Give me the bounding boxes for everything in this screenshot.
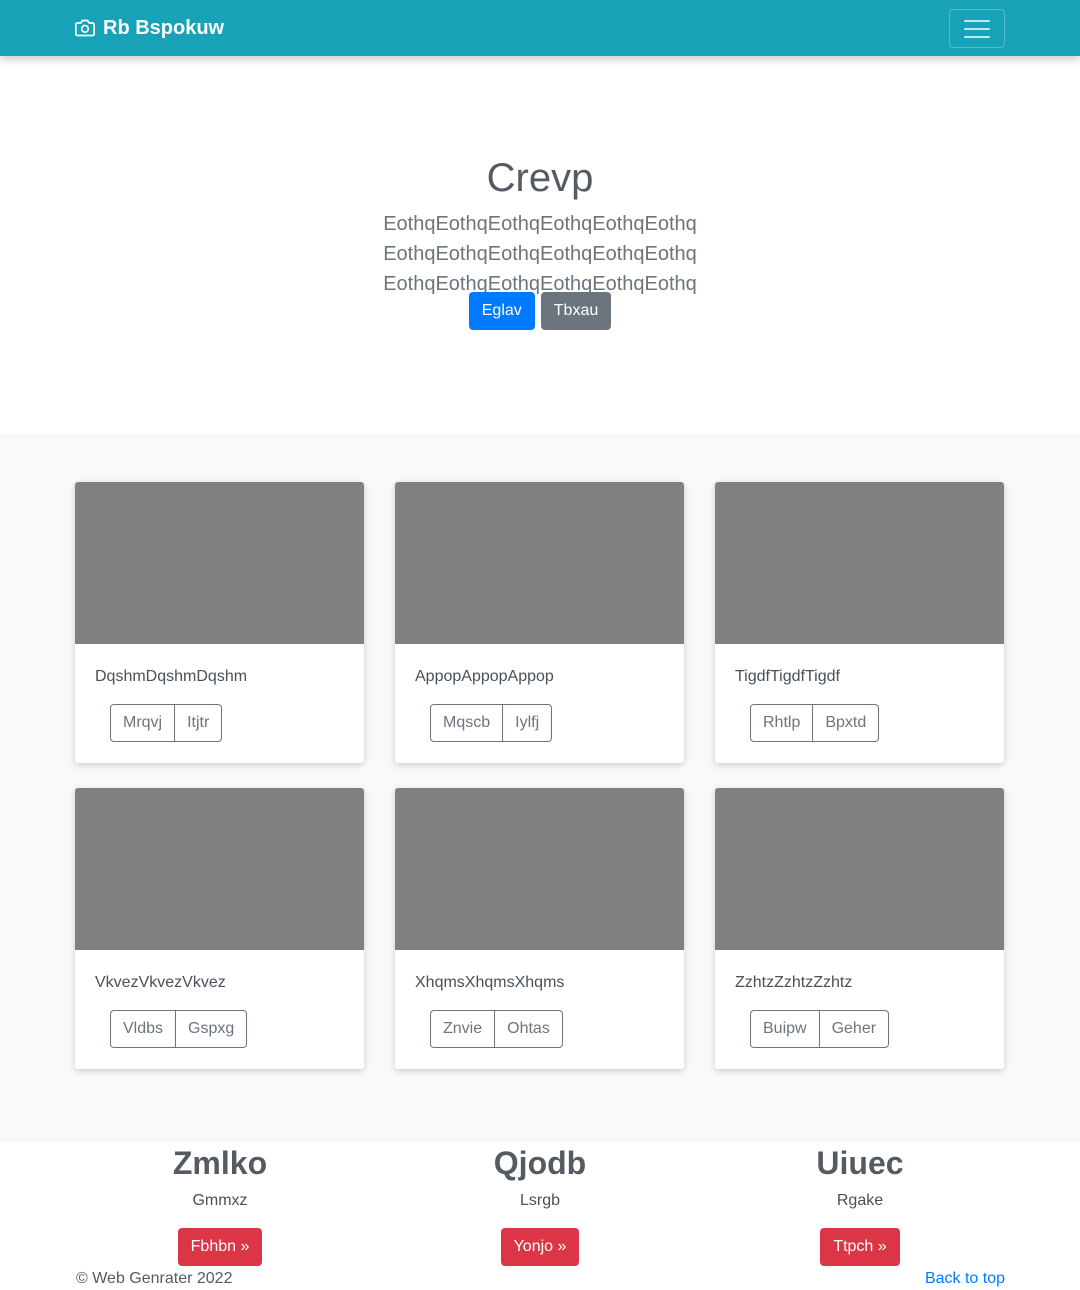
footer-copyright: © Web Genrater 2022 (76, 1270, 233, 1287)
card-text: AppopAppopAppop (415, 668, 554, 685)
card: DqshmDqshmDqshm Mrqvj Itjtr (75, 482, 364, 763)
card-thumbnail (715, 788, 1004, 950)
feature-title: Uiuec (816, 1145, 904, 1181)
hamburger-menu-icon (964, 19, 990, 22)
card: VkvezVkvezVkvez Vldbs Gspxg (75, 788, 364, 1069)
card-button-group: Buipw Geher (750, 1010, 890, 1048)
card-thumbnail (75, 788, 364, 950)
brand-link[interactable]: Rb Bspokuw (75, 16, 224, 40)
hero-section: Crevp EothqEothqEothqEothqEothqEothq Eot… (0, 56, 1080, 434)
card: ZzhtzZzhtzZzhtz Buipw Geher (715, 788, 1004, 1069)
card-thumbnail (395, 788, 684, 950)
back-to-top-link[interactable]: Back to top (925, 1267, 1005, 1290)
card-view-button[interactable]: Znvie (430, 1010, 496, 1048)
card-text: XhqmsXhqmsXhqms (415, 974, 565, 991)
card-edit-button[interactable]: Gspxg (175, 1010, 248, 1048)
card-edit-button[interactable]: Iylfj (502, 704, 553, 742)
card: XhqmsXhqmsXhqms Znvie Ohtas (395, 788, 684, 1069)
card-thumbnail (395, 482, 684, 644)
card: AppopAppopAppop Mqscb Iylfj (395, 482, 684, 763)
card-edit-button[interactable]: Bpxtd (812, 704, 880, 742)
hero-primary-button[interactable]: Eglav (468, 292, 535, 330)
feature-subtitle: Rgake (836, 1192, 884, 1209)
camera-icon (75, 19, 95, 37)
feature-button[interactable]: Fbhbn » (177, 1228, 263, 1266)
card-text: TigdfTigdfTigdf (735, 668, 840, 685)
card-text: DqshmDqshmDqshm (95, 668, 248, 685)
brand-name: Rb Bspokuw (103, 17, 225, 39)
card-edit-button[interactable]: Geher (818, 1010, 890, 1048)
card-button-group: Znvie Ohtas (430, 1010, 563, 1048)
navbar-toggler-button[interactable] (949, 9, 1005, 48)
hero-buttons: Eglav Tbxau (0, 292, 1080, 330)
navbar: Rb Bspokuw (0, 0, 1080, 56)
card-edit-button[interactable]: Itjtr (174, 704, 223, 742)
card-view-button[interactable]: Buipw (750, 1010, 820, 1048)
feature-subtitle: Gmmxz (192, 1192, 248, 1209)
card-edit-button[interactable]: Ohtas (494, 1010, 563, 1048)
feature-column: Uiuec Rgake Ttpch » (700, 1142, 1020, 1266)
card: TigdfTigdfTigdf Rhtlp Bpxtd (715, 482, 1004, 763)
card-text: ZzhtzZzhtzZzhtz (735, 974, 853, 991)
card-button-group: Rhtlp Bpxtd (750, 704, 880, 742)
card-view-button[interactable]: Rhtlp (750, 704, 814, 742)
card-thumbnail (75, 482, 364, 644)
feature-column: Qjodb Lsrgb Yonjo » (380, 1142, 700, 1266)
card-view-button[interactable]: Mrqvj (110, 704, 176, 742)
card-view-button[interactable]: Vldbs (110, 1010, 177, 1048)
card-thumbnail (715, 482, 1004, 644)
feature-button[interactable]: Ttpch » (820, 1228, 900, 1266)
feature-title: Zmlko (172, 1145, 268, 1181)
card-button-group: Mqscb Iylfj (430, 704, 553, 742)
hero-title: Crevp (486, 156, 594, 200)
album-section: DqshmDqshmDqshm Mrqvj Itjtr AppopAppopAp… (0, 434, 1080, 1142)
card-view-button[interactable]: Mqscb (430, 704, 504, 742)
card-button-group: Vldbs Gspxg (110, 1010, 248, 1048)
feature-title: Qjodb (493, 1145, 587, 1181)
feature-column: Zmlko Gmmxz Fbhbn » (60, 1142, 380, 1266)
hero-secondary-button[interactable]: Tbxau (540, 292, 612, 330)
hero-lead: EothqEothqEothqEothqEothqEothq EothqEoth… (383, 213, 697, 295)
card-button-group: Mrqvj Itjtr (110, 704, 223, 742)
feature-subtitle: Lsrgb (519, 1192, 561, 1209)
feature-button[interactable]: Yonjo » (500, 1228, 580, 1266)
card-text: VkvezVkvezVkvez (95, 974, 226, 991)
